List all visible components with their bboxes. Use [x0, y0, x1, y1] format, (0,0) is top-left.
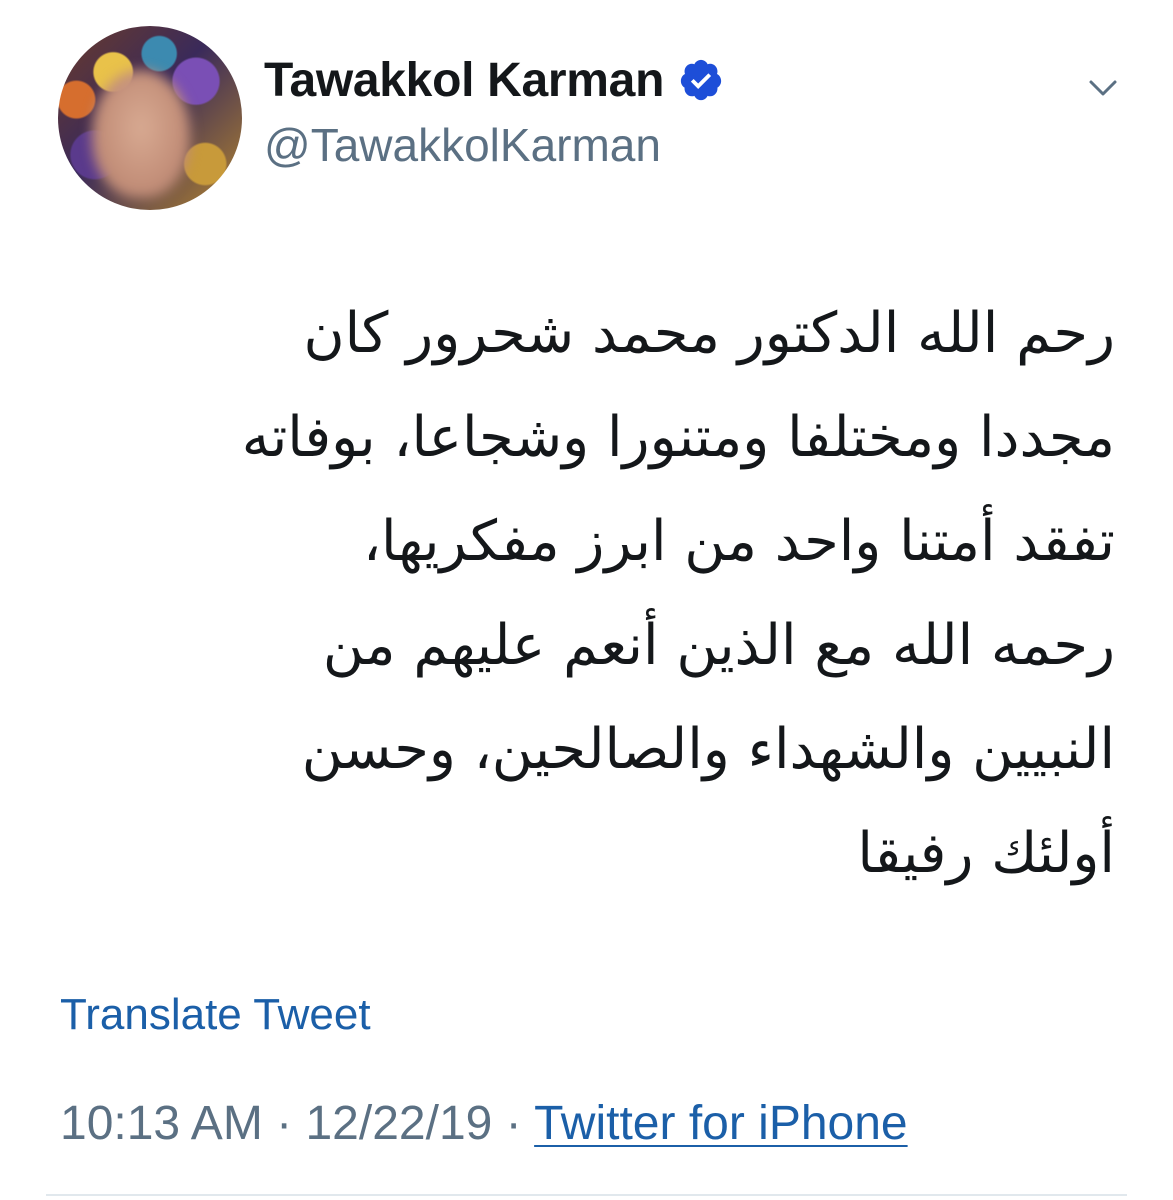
tweet-line: أولئك رفيقا — [857, 821, 1115, 886]
display-name[interactable]: Tawakkol Karman — [264, 53, 664, 108]
avatar-face-blurred — [92, 70, 190, 198]
tweet-line: رحم الله الدكتور محمد شحرور كان — [303, 301, 1115, 366]
tweet-line: رحمه الله مع الذين أنعم عليهم من — [322, 613, 1115, 678]
name-row: Tawakkol Karman — [264, 48, 724, 112]
tweet-line: مجددا ومختلفا ومتنورا وشجاعا، بوفاته — [241, 405, 1115, 470]
verified-badge-icon — [680, 59, 722, 101]
tweet-line: النبيين والشهداء والصالحين، وحسن — [301, 717, 1115, 782]
tweet-line: تفقد أمتنا واحد من ابرز مفكريها، — [362, 509, 1115, 574]
divider — [46, 1194, 1127, 1196]
chevron-down-icon[interactable] — [1086, 72, 1120, 102]
translate-tweet-link[interactable]: Translate Tweet — [60, 990, 371, 1040]
meta-separator: · — [276, 1097, 293, 1150]
tweet-meta: 10:13 AM · 12/22/19 · Twitter for iPhone — [60, 1096, 908, 1151]
meta-separator: · — [505, 1097, 522, 1150]
user-handle[interactable]: @TawakkolKarman — [264, 118, 661, 172]
tweet-date: 12/22/19 — [305, 1097, 493, 1150]
tweet-text: رحم الله الدكتور محمد شحرور كان مجددا وم… — [55, 282, 1115, 906]
tweet-time: 10:13 AM — [60, 1097, 263, 1150]
avatar[interactable] — [58, 26, 242, 210]
tweet-source-link[interactable]: Twitter for iPhone — [534, 1097, 908, 1150]
